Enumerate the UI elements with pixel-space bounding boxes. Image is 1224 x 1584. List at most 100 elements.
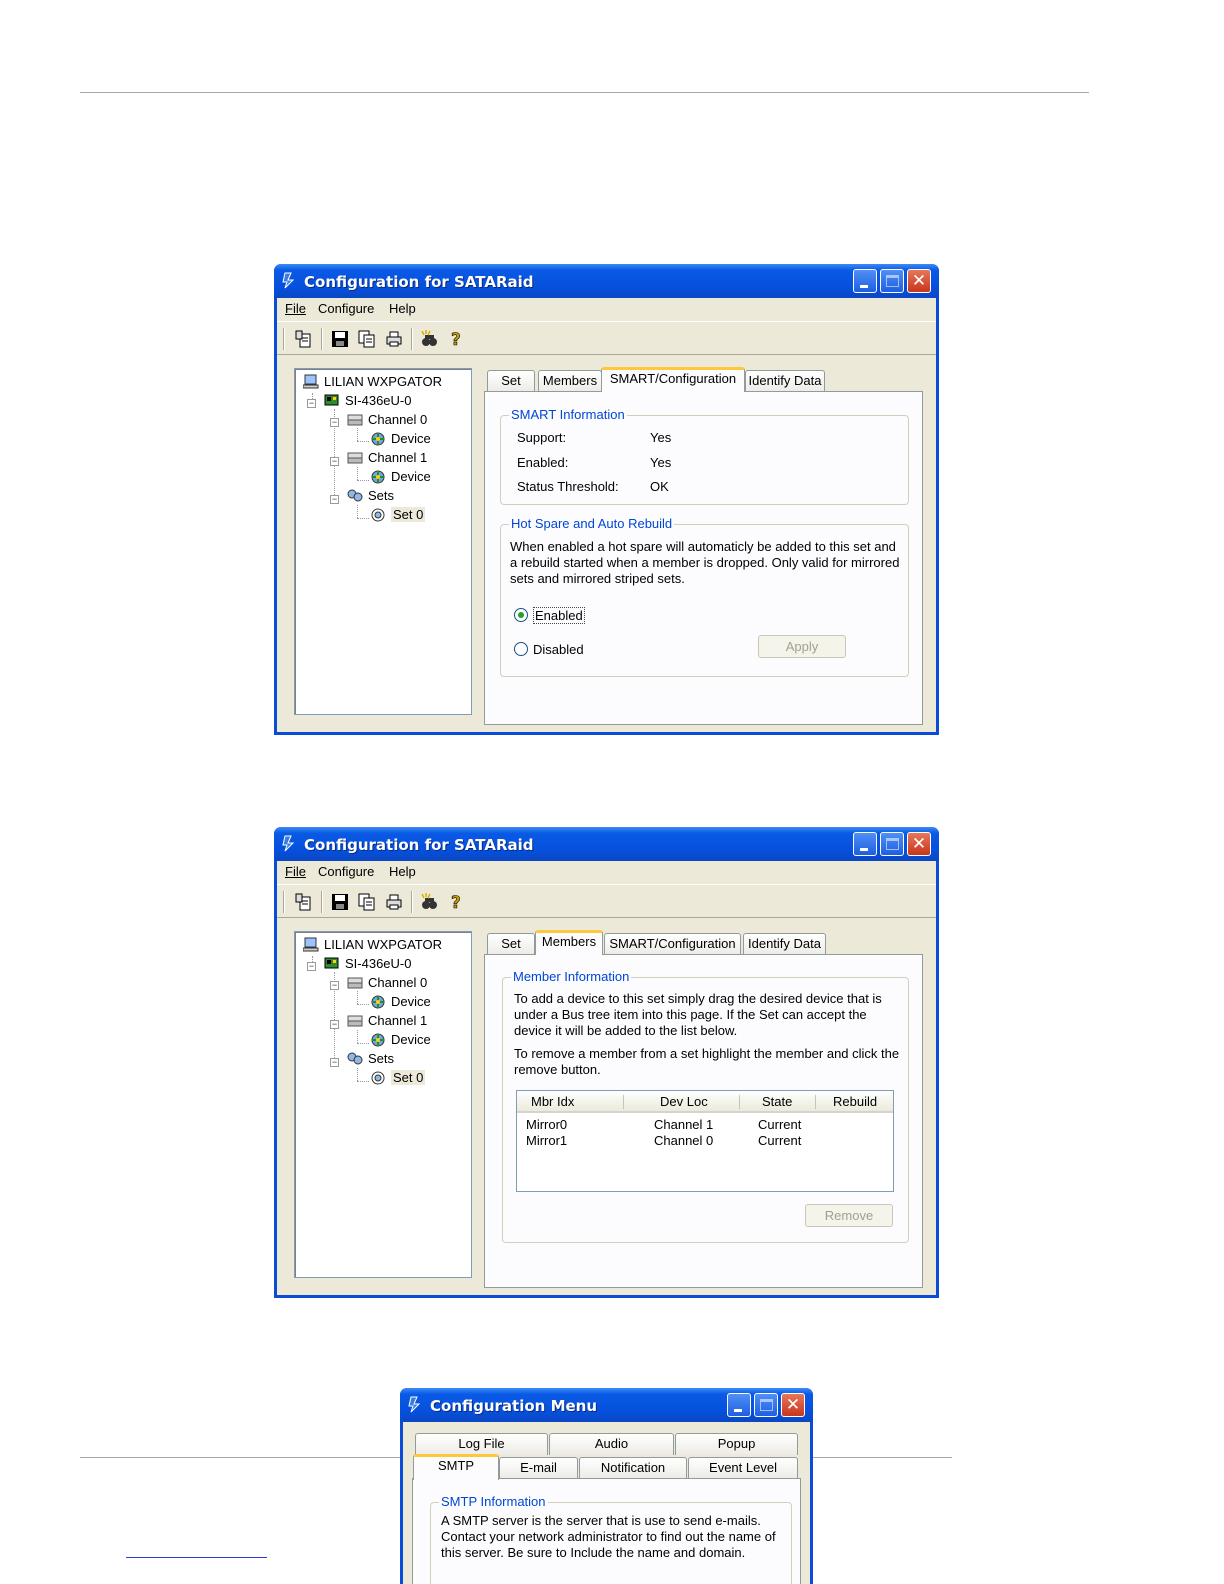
- tab-members[interactable]: Members: [538, 370, 602, 392]
- footer-link-underline[interactable]: [126, 1557, 267, 1558]
- properties-icon[interactable]: [294, 892, 312, 912]
- tree-item-device-1[interactable]: Device: [370, 1031, 431, 1049]
- tree-item-computer[interactable]: LILIAN WXPGATOR: [303, 936, 442, 954]
- remove-button[interactable]: Remove: [805, 1204, 893, 1227]
- tree-item-channel-0[interactable]: Channel 0: [347, 974, 427, 992]
- tree-item-channel-1[interactable]: Channel 1: [347, 449, 427, 467]
- tab-notification[interactable]: Notification: [579, 1457, 687, 1479]
- menu-help[interactable]: Help: [389, 864, 416, 879]
- toolbar: ?: [277, 321, 936, 355]
- tree-item-device-0[interactable]: Device: [370, 430, 431, 448]
- device-tree[interactable]: − − − − LILIAN WXPGATOR SI-436eU-0 Chann…: [294, 931, 472, 1278]
- tree-collapse-toggle[interactable]: −: [330, 981, 339, 990]
- tree-collapse-toggle[interactable]: −: [330, 457, 339, 466]
- tab-set[interactable]: Set: [487, 370, 535, 392]
- print-icon[interactable]: [385, 892, 403, 912]
- disabled-radio[interactable]: [514, 642, 528, 656]
- tree-item-controller[interactable]: SI-436eU-0: [324, 392, 411, 410]
- cell-dev-loc: Channel 1: [654, 1117, 714, 1132]
- column-header-rebuild[interactable]: Rebuild: [833, 1094, 877, 1109]
- tab-smart-configuration[interactable]: SMART/Configuration: [604, 933, 741, 955]
- title-bar[interactable]: Configuration for SATARaid ✕: [274, 264, 939, 298]
- tab-smtp[interactable]: SMTP: [413, 1454, 499, 1480]
- disk-device-icon: [371, 1033, 385, 1047]
- title-bar[interactable]: Configuration for SATARaid ✕: [274, 827, 939, 861]
- tree-item-device-1[interactable]: Device: [370, 468, 431, 486]
- tree-collapse-toggle[interactable]: −: [330, 1020, 339, 1029]
- tree-item-set-0[interactable]: Set 0: [370, 506, 426, 524]
- tab-event-level[interactable]: Event Level: [688, 1457, 798, 1479]
- minimize-icon: [860, 848, 868, 851]
- close-button[interactable]: ✕: [781, 1393, 805, 1417]
- close-button[interactable]: ✕: [907, 269, 931, 293]
- tree-item-channel-0[interactable]: Channel 0: [347, 411, 427, 429]
- column-divider[interactable]: [739, 1095, 740, 1109]
- menu-configure[interactable]: Configure: [318, 864, 374, 879]
- tree-item-controller[interactable]: SI-436eU-0: [324, 955, 411, 973]
- tab-popup[interactable]: Popup: [675, 1433, 798, 1455]
- tab-set[interactable]: Set: [487, 933, 535, 955]
- tree-collapse-toggle[interactable]: −: [307, 962, 316, 971]
- tab-smart-configuration[interactable]: SMART/Configuration: [601, 367, 745, 392]
- tree-item-computer[interactable]: LILIAN WXPGATOR: [303, 373, 442, 391]
- menu-bar: File Configure Help: [277, 861, 936, 883]
- help-icon[interactable]: ?: [448, 329, 466, 349]
- column-header-dev-loc[interactable]: Dev Loc: [660, 1094, 708, 1109]
- members-list[interactable]: Mbr Idx Dev Loc State Rebuild Mirror0 Ch…: [516, 1090, 894, 1192]
- tab-identify-data[interactable]: Identify Data: [745, 370, 825, 392]
- minimize-button[interactable]: [853, 832, 877, 856]
- tree-collapse-toggle[interactable]: −: [330, 495, 339, 504]
- toolbar-grip[interactable]: [283, 328, 285, 350]
- help-icon[interactable]: ?: [448, 892, 466, 912]
- copy-icon[interactable]: [358, 329, 376, 349]
- menu-configure[interactable]: Configure: [318, 301, 374, 316]
- column-header-state[interactable]: State: [762, 1094, 792, 1109]
- save-icon[interactable]: [331, 329, 349, 349]
- title-bar[interactable]: Configuration Menu ✕: [400, 1388, 813, 1422]
- copy-icon[interactable]: [358, 892, 376, 912]
- tree-item-set-0[interactable]: Set 0: [370, 1069, 426, 1087]
- tab-email[interactable]: E-mail: [499, 1457, 578, 1479]
- tab-members[interactable]: Members: [535, 930, 603, 955]
- enabled-radio[interactable]: [514, 608, 528, 622]
- apply-button[interactable]: Apply: [758, 635, 846, 658]
- column-divider[interactable]: [815, 1095, 816, 1109]
- column-divider[interactable]: [623, 1095, 624, 1109]
- find-icon[interactable]: [420, 329, 438, 349]
- print-icon[interactable]: [385, 329, 403, 349]
- tree-line: [357, 1081, 369, 1082]
- toolbar-grip[interactable]: [283, 891, 285, 913]
- menu-help[interactable]: Help: [389, 301, 416, 316]
- tree-item-sets[interactable]: Sets: [347, 1050, 394, 1068]
- tree-collapse-toggle[interactable]: −: [330, 418, 339, 427]
- radio-selected-dot: [518, 612, 524, 618]
- maximize-button[interactable]: [880, 832, 904, 856]
- tab-audio[interactable]: Audio: [549, 1433, 674, 1455]
- tab-log-file[interactable]: Log File: [415, 1433, 548, 1455]
- close-icon: ✕: [911, 271, 927, 291]
- properties-icon[interactable]: [294, 329, 312, 349]
- tree-item-sets[interactable]: Sets: [347, 487, 394, 505]
- tree-collapse-toggle[interactable]: −: [307, 399, 316, 408]
- tab-identify-data[interactable]: Identify Data: [743, 933, 826, 955]
- minimize-button[interactable]: [727, 1393, 751, 1417]
- group-legend: SMART Information: [509, 407, 627, 422]
- menu-file[interactable]: File: [285, 301, 306, 316]
- save-icon[interactable]: [331, 892, 349, 912]
- tree-item-device-0[interactable]: Device: [370, 993, 431, 1011]
- disk-device-icon: [371, 995, 385, 1009]
- find-icon[interactable]: [420, 892, 438, 912]
- maximize-button[interactable]: [880, 269, 904, 293]
- device-tree[interactable]: − − − − LILIAN WXPGATOR SI-436eU-0 Chann…: [294, 368, 472, 715]
- smart-config-panel: SMART Information Support: Yes Enabled: …: [484, 391, 923, 725]
- maximize-button[interactable]: [754, 1393, 778, 1417]
- tree-collapse-toggle[interactable]: −: [330, 1058, 339, 1067]
- column-header-mbr-idx[interactable]: Mbr Idx: [531, 1094, 574, 1109]
- menu-file[interactable]: File: [285, 864, 306, 879]
- close-button[interactable]: ✕: [907, 832, 931, 856]
- minimize-button[interactable]: [853, 269, 877, 293]
- disabled-radio-label[interactable]: Disabled: [533, 642, 584, 657]
- tree-item-channel-1[interactable]: Channel 1: [347, 1012, 427, 1030]
- window-title: Configuration Menu: [430, 1397, 598, 1415]
- enabled-radio-label[interactable]: Enabled: [533, 607, 585, 624]
